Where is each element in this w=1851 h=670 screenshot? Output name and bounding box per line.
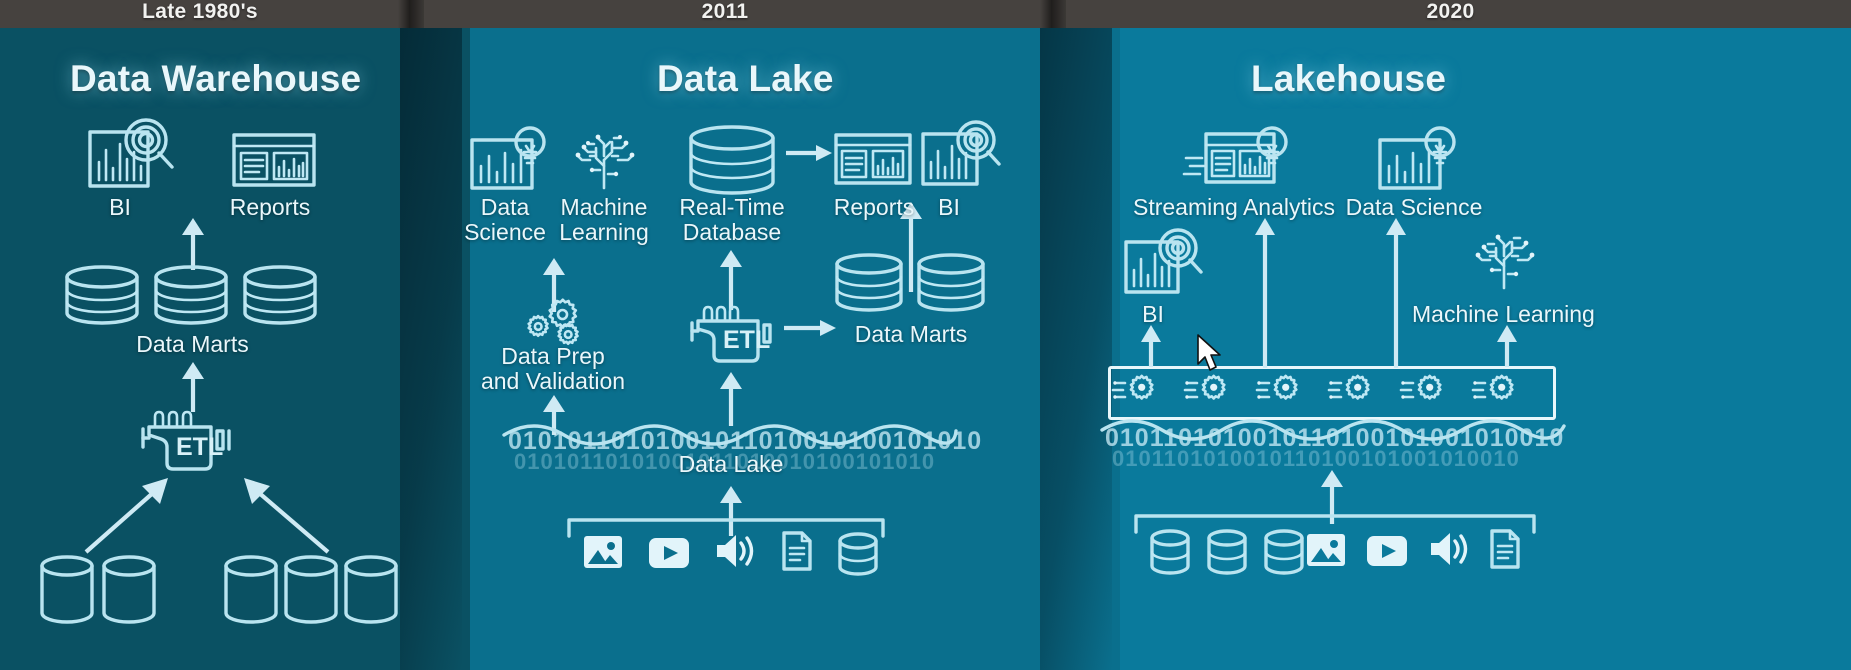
- database-cylinder-icon: [833, 253, 905, 315]
- node-label-data-science: Data Science: [464, 194, 546, 245]
- database-icon: [1148, 528, 1192, 575]
- timeline-divider-1: [398, 0, 424, 28]
- database-cylinder-icon: [686, 125, 778, 197]
- etl-machine-icon: ETL: [682, 303, 782, 369]
- database-cylinder-icon: [63, 265, 141, 327]
- mouse-pointer: [1197, 334, 1221, 371]
- database-cylinder-icon: [915, 253, 987, 315]
- binary-digits-faint: 0101101010010110100101001010010: [1112, 446, 1520, 471]
- document-icon: [1489, 529, 1521, 569]
- diagram-canvas: Late 1980's 2011 2020 Data Warehouse BI: [0, 0, 1851, 670]
- bar-chart-magnifier-icon: [921, 120, 1003, 186]
- database-cylinder-icon: [282, 555, 340, 625]
- timeline-divider-2: [1040, 0, 1066, 28]
- video-play-icon: [1366, 535, 1408, 567]
- database-cylinder-icon: [342, 555, 400, 625]
- audio-speaker-icon: [714, 532, 758, 570]
- database-cylinder-icon: [38, 555, 96, 625]
- timeline-header: Late 1980's 2011 2020: [0, 0, 1851, 28]
- svg-text:ETL: ETL: [723, 326, 770, 354]
- database-cylinder-icon: [152, 265, 230, 327]
- svg-text:ETL: ETL: [176, 433, 223, 461]
- node-label-streaming-analytics: Streaming Analytics: [1133, 194, 1335, 220]
- node-label-data-prep: Data Prep and Validation: [480, 343, 626, 394]
- database-cylinder-icon: [222, 555, 280, 625]
- document-icon: [781, 531, 813, 571]
- node-label-data-marts: Data Marts: [854, 321, 968, 347]
- arrow-platform-to-datascience: [1381, 218, 1411, 375]
- bar-chart-bulb-icon: [470, 126, 550, 190]
- bar-chart-magnifier-icon: [1124, 228, 1206, 294]
- timeline-segment-2020: 2020: [1426, 0, 1475, 23]
- timeline-segment-1980s: Late 1980's: [142, 0, 258, 23]
- arrow-platform-to-bi: [1136, 325, 1166, 374]
- bar-chart-bulb-icon: [1378, 126, 1460, 190]
- wave-binary-icon: [500, 415, 960, 455]
- arrow-rtdb-to-reports: [786, 140, 836, 171]
- node-label-machine-learning: Machine Learning: [559, 194, 649, 245]
- streaming-dashboard-bulb-icon: [1182, 126, 1294, 188]
- source-bracket: [1133, 512, 1537, 534]
- dashboard-window-icon: [232, 133, 316, 187]
- arrow-source-left-to-etl: [78, 470, 178, 565]
- dashboard-window-icon: [834, 133, 912, 185]
- node-label-data-lake: Data Lake: [678, 451, 784, 477]
- arrow-etl-to-marts: [784, 315, 840, 346]
- node-label-machine-learning: Machine Learning: [1412, 301, 1595, 327]
- image-icon: [1306, 532, 1346, 568]
- database-icon: [836, 531, 880, 576]
- wave-binary-icon: [1098, 408, 1568, 448]
- arrow-platform-to-streaming: [1250, 218, 1280, 375]
- node-label-reports: Reports: [229, 194, 311, 220]
- database-cylinder-icon: [241, 265, 319, 327]
- node-label-bi: BI: [1142, 301, 1164, 327]
- bar-chart-magnifier-icon: [88, 118, 178, 188]
- video-play-icon: [648, 537, 690, 569]
- arrow-source-right-to-etl: [230, 470, 340, 565]
- node-label-bi: BI: [109, 194, 131, 220]
- node-label-data-marts: Data Marts: [136, 331, 249, 357]
- node-label-bi: BI: [938, 194, 960, 220]
- panel-title-data-lake: Data Lake: [657, 58, 834, 99]
- etl-machine-icon: ETL: [133, 407, 237, 477]
- node-label-real-time-database: Real-Time Database: [679, 194, 785, 245]
- timeline-segment-2011: 2011: [701, 0, 749, 23]
- database-cylinder-icon: [100, 555, 158, 625]
- image-icon: [583, 534, 623, 570]
- node-label-data-science: Data Science: [1345, 194, 1483, 220]
- circuit-brain-icon: [570, 126, 638, 190]
- database-icon: [1262, 528, 1306, 575]
- arrow-platform-to-ml: [1492, 325, 1522, 374]
- database-icon: [1205, 528, 1249, 575]
- audio-speaker-icon: [1428, 530, 1472, 568]
- panel-title-lakehouse: Lakehouse: [1251, 58, 1447, 99]
- circuit-brain-icon: [1470, 228, 1538, 290]
- panel-title-data-warehouse: Data Warehouse: [70, 58, 362, 99]
